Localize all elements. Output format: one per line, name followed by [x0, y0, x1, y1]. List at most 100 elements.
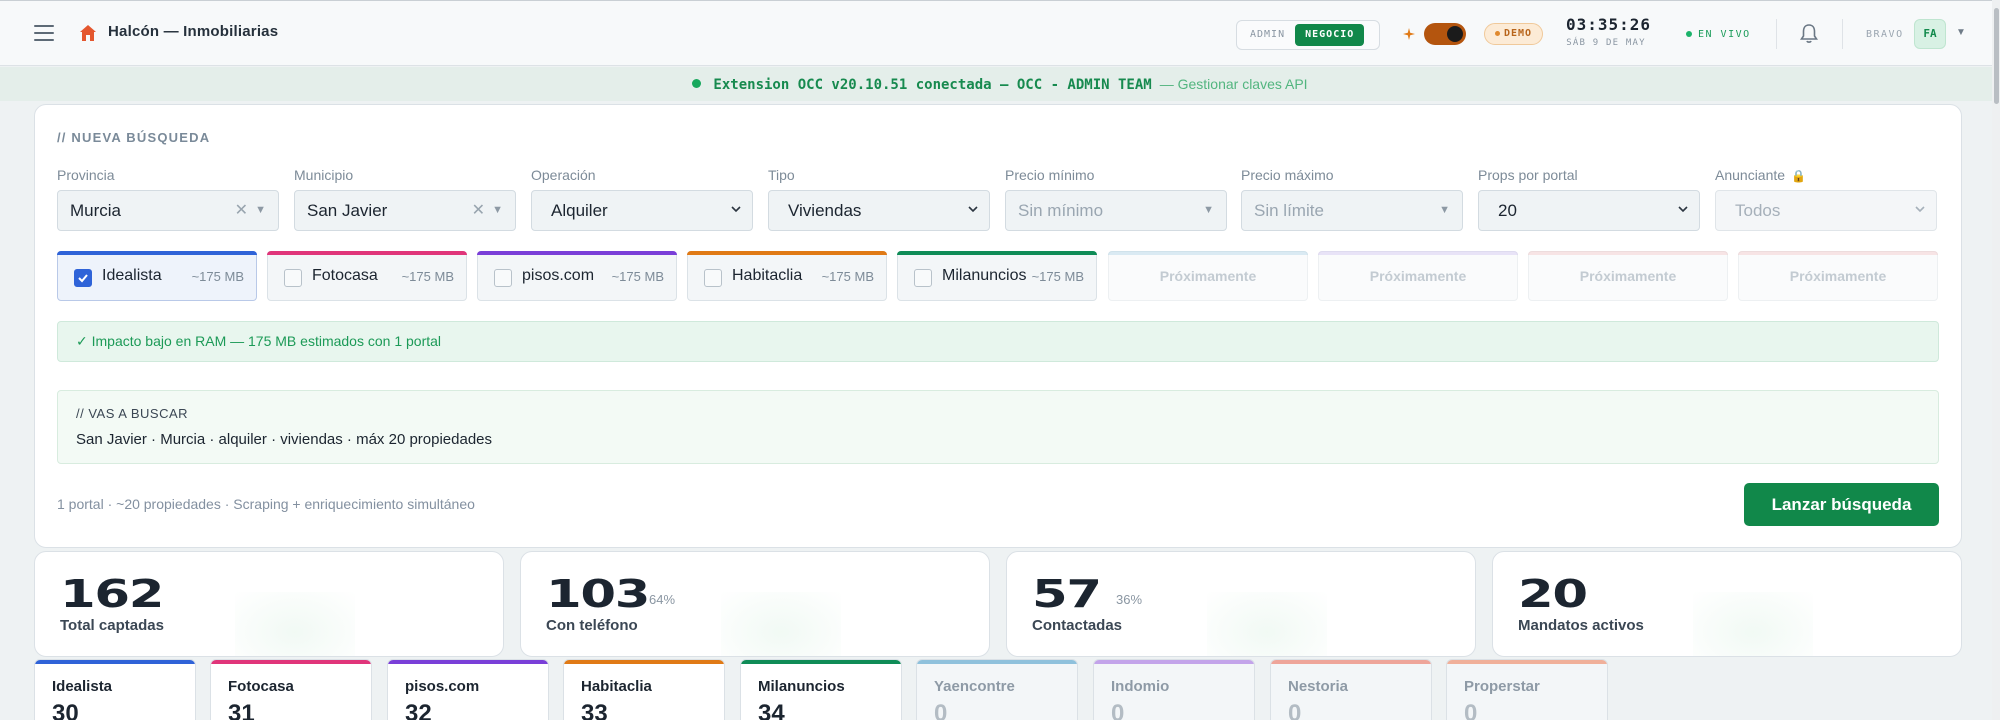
chevron-down-icon: [1915, 206, 1925, 213]
portal-chip-fotocasa[interactable]: Fotocasa ~175 MB: [267, 251, 467, 301]
clear-icon[interactable]: ✕: [235, 191, 248, 230]
manage-api-keys-link[interactable]: — Gestionar claves API: [1160, 76, 1308, 92]
coming-soon-chip: Próximamente: [1738, 251, 1938, 301]
portal-count-idealista[interactable]: Idealista 30: [34, 659, 196, 720]
stat-value: 57: [1032, 572, 1102, 616]
extension-status-bar: Extension OCC v20.10.51 conectada — OCC …: [0, 67, 2000, 101]
user-name: BRAVO: [1866, 29, 1904, 40]
portal-count-value: 31: [228, 700, 255, 720]
home-icon[interactable]: [78, 23, 98, 43]
portal-count-value: 0: [1464, 700, 1478, 720]
section-title: // NUEVA BÚSQUEDA: [57, 130, 211, 145]
anunciante-label: Anunciante 🔒: [1715, 167, 1807, 183]
page-scrollbar[interactable]: [1992, 0, 2000, 720]
clear-icon[interactable]: ✕: [472, 191, 485, 230]
portal-count-value: 0: [934, 700, 948, 720]
clock-time: 03:35:26: [1566, 15, 1652, 34]
portal-chip-idealista[interactable]: Idealista ~175 MB: [57, 251, 257, 301]
portal-count-fotocasa[interactable]: Fotocasa 31: [210, 659, 372, 720]
portal-chip-milanuncios[interactable]: Milanuncios ~175 MB: [897, 251, 1097, 301]
portal-count-name: Indomio: [1111, 678, 1170, 695]
portal-count-name: Fotocasa: [228, 678, 294, 695]
live-indicator: EN VIVO: [1686, 29, 1751, 40]
summary-text: San Javier · Murcia · alquiler · viviend…: [76, 431, 493, 448]
portal-count-name: Idealista: [52, 678, 113, 695]
stat-percent: 36%: [1116, 592, 1143, 607]
hamburger-menu-icon[interactable]: [34, 25, 54, 41]
checkbox[interactable]: [284, 269, 302, 287]
portal-count-value: 33: [581, 700, 608, 720]
coming-soon-chip: Próximamente: [1108, 251, 1308, 301]
portal-ram-size: ~175 MB: [191, 269, 244, 284]
portal-count-name: Yaencontre: [934, 678, 1015, 695]
portal-count-nestoria: Nestoria 0: [1270, 659, 1432, 720]
stat-card-total: 162 Total captadas: [34, 551, 504, 657]
scrollbar-thumb[interactable]: [1994, 8, 1999, 104]
checkbox[interactable]: [914, 269, 932, 287]
props-por-portal-label: Props por portal: [1478, 167, 1578, 183]
props-por-portal-select[interactable]: 20: [1478, 190, 1700, 231]
caret-down-icon: ▼: [492, 204, 503, 216]
provincia-label: Provincia: [57, 167, 115, 183]
tipo-select[interactable]: Viviendas: [768, 190, 990, 231]
theme-toggle-switch[interactable]: [1424, 23, 1466, 45]
chevron-down-icon: [1678, 206, 1688, 213]
portal-count-value: 32: [405, 700, 432, 720]
precio-minimo-select[interactable]: Sin mínimo ▼: [1005, 190, 1227, 231]
municipio-select[interactable]: San Javier ✕ ▼: [294, 190, 516, 231]
search-summary-box: // VAS A BUSCAR San Javier · Murcia · al…: [57, 390, 1939, 464]
portal-ram-size: ~175 MB: [821, 269, 874, 284]
stat-percent: 64%: [649, 592, 676, 607]
portal-count-value: 0: [1111, 700, 1125, 720]
user-menu-caret-icon[interactable]: ▼: [1956, 27, 1966, 38]
sun-icon: [1403, 28, 1415, 40]
portal-ram-size: ~175 MB: [611, 269, 664, 284]
coming-soon-chip: Próximamente: [1528, 251, 1728, 301]
portal-chip-habitaclia[interactable]: Habitaclia ~175 MB: [687, 251, 887, 301]
chevron-down-icon: [968, 206, 978, 213]
divider: [1776, 19, 1777, 49]
checkbox[interactable]: [494, 269, 512, 287]
app-title: Halcón — Inmobiliarias: [108, 23, 279, 40]
operacion-select[interactable]: Alquiler: [531, 190, 753, 231]
bell-icon[interactable]: [1799, 23, 1819, 45]
divider: [1842, 19, 1843, 49]
portal-count-milanuncios[interactable]: Milanuncios 34: [740, 659, 902, 720]
municipio-label: Municipio: [294, 167, 354, 183]
provincia-select[interactable]: Murcia ✕ ▼: [57, 190, 279, 231]
precio-minimo-label: Precio mínimo: [1005, 167, 1095, 183]
mode-admin-option[interactable]: ADMIN: [1240, 24, 1295, 46]
portal-name: Habitaclia: [732, 267, 803, 284]
theme-toggle-knob: [1447, 26, 1463, 42]
coming-soon-chip: Próximamente: [1318, 251, 1518, 301]
portal-count-name: Nestoria: [1288, 678, 1349, 695]
stat-value: 103: [546, 572, 650, 616]
checkbox-checked[interactable]: [74, 269, 92, 287]
clock: 03:35:26 SÁB 9 DE MAY: [1566, 15, 1652, 48]
stat-label: Mandatos activos: [1518, 617, 1644, 634]
precio-maximo-label: Precio máximo: [1241, 167, 1334, 183]
avatar[interactable]: FA: [1914, 19, 1946, 49]
stat-label: Contactadas: [1032, 617, 1123, 634]
launch-search-button[interactable]: Lanzar búsqueda: [1744, 483, 1939, 526]
search-footer-info: 1 portal · ~20 propiedades · Scraping + …: [57, 496, 475, 512]
portal-count-yaencontre: Yaencontre 0: [916, 659, 1078, 720]
portal-count-properstar: Properstar 0: [1446, 659, 1608, 720]
checkbox[interactable]: [704, 269, 722, 287]
portal-count-value: 0: [1288, 700, 1302, 720]
mode-negocio-option[interactable]: NEGOCIO: [1295, 24, 1365, 46]
demo-badge: DEMO: [1484, 23, 1544, 45]
portal-name: Idealista: [102, 267, 162, 284]
stat-card-telefono: 103 64% Con teléfono: [520, 551, 990, 657]
mode-toggle[interactable]: ADMIN NEGOCIO: [1236, 20, 1380, 50]
portal-name: Milanuncios: [942, 267, 1027, 284]
clock-date: SÁB 9 DE MAY: [1566, 38, 1646, 48]
extension-status-text: Extension OCC v20.10.51 conectada — OCC …: [713, 77, 1152, 93]
portal-count-name: Milanuncios: [758, 678, 845, 695]
portal-chip-pisos[interactable]: pisos.com ~175 MB: [477, 251, 677, 301]
portal-count-name: Properstar: [1464, 678, 1540, 695]
portal-count-pisos[interactable]: pisos.com 32: [387, 659, 549, 720]
portal-count-habitaclia[interactable]: Habitaclia 33: [563, 659, 725, 720]
portal-ram-size: ~175 MB: [401, 269, 454, 284]
precio-maximo-select[interactable]: Sin límite ▼: [1241, 190, 1463, 231]
